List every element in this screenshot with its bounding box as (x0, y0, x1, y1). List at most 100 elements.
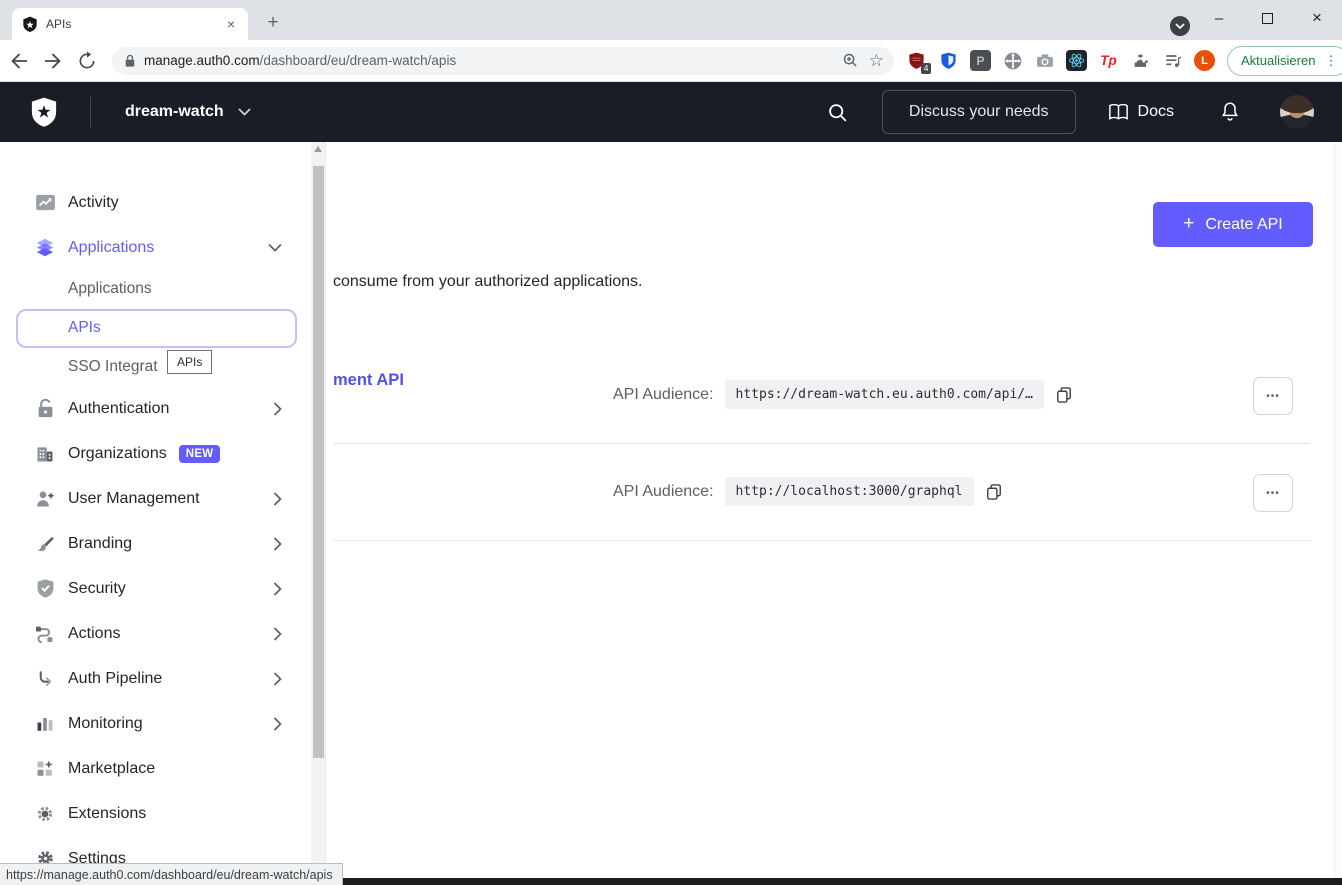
back-button[interactable] (4, 46, 34, 76)
sidebar-item-security[interactable]: Security (0, 566, 311, 611)
extensions-row: 4 P Tp L (906, 50, 1215, 71)
audience-value-chip: https://dream-watch.eu.auth0.com/api/… (725, 380, 1044, 409)
chevron-right-icon (273, 672, 282, 686)
scrollbar-thumb[interactable] (313, 166, 324, 758)
chevron-circle-icon[interactable] (1170, 16, 1190, 36)
window-close-button[interactable]: × (1294, 0, 1340, 36)
new-tab-button[interactable]: + (260, 10, 286, 36)
update-browser-button[interactable]: Aktualisieren ⋮ (1227, 46, 1342, 76)
discuss-your-needs-button[interactable]: Discuss your needs (882, 90, 1076, 134)
camera-extension-icon[interactable] (1034, 50, 1055, 71)
copy-icon[interactable] (984, 482, 1004, 502)
copy-icon[interactable] (1054, 385, 1074, 405)
chevron-right-icon (273, 627, 282, 641)
tenant-switcher[interactable]: dream-watch (125, 103, 251, 121)
maximize-icon (1262, 13, 1273, 24)
marketplace-grid-icon (34, 760, 56, 778)
new-badge: NEW (179, 445, 221, 463)
pipeline-icon (34, 669, 56, 688)
sidebar-item-auth-pipeline[interactable]: Auth Pipeline (0, 656, 311, 701)
sidebar-nav: Activity Applications Applications APIs … (0, 142, 311, 885)
api-row-2-audience: API Audience: http://localhost:3000/grap… (613, 477, 1004, 506)
url-path: /dashboard/eu/dream-watch/apis (260, 53, 457, 68)
window-maximize-button[interactable] (1244, 0, 1290, 36)
auth0-logo-icon[interactable] (30, 97, 58, 127)
sidebar-item-actions[interactable]: Actions (0, 611, 311, 656)
browser-profile-avatar[interactable]: L (1194, 50, 1215, 71)
book-icon (1108, 103, 1129, 122)
api-row-1-menu-button[interactable]: ••• (1253, 377, 1293, 415)
bar-chart-icon (34, 715, 56, 733)
actions-flow-icon (34, 625, 56, 643)
tab-close-icon[interactable]: × (222, 15, 240, 33)
sidebar-item-applications-sub[interactable]: Applications (0, 270, 311, 308)
user-avatar[interactable] (1280, 95, 1314, 129)
bottom-dark-strip (330, 878, 1342, 885)
react-devtools-extension-icon[interactable] (1066, 50, 1087, 71)
sidebar-item-marketplace[interactable]: Marketplace (0, 746, 311, 791)
sidebar-item-authentication[interactable]: Authentication (0, 386, 311, 431)
audience-label: API Audience: (613, 483, 714, 501)
auth0-header: dream-watch Discuss your needs Docs (0, 82, 1342, 142)
sidebar-item-user-management[interactable]: User Management (0, 476, 311, 521)
search-icon[interactable] (827, 102, 848, 123)
url-domain: manage.auth0.com (144, 53, 260, 68)
chevron-right-icon (273, 717, 282, 731)
window-minimize-button[interactable]: – (1196, 0, 1242, 36)
api-row-1-audience: API Audience: https://dream-watch.eu.aut… (613, 380, 1074, 409)
sidebar-item-sso-integrations[interactable]: SSO Integrat (0, 348, 311, 386)
audience-value-chip: http://localhost:3000/graphql (725, 477, 974, 506)
bitwarden-extension-icon[interactable] (938, 50, 959, 71)
sidebar-item-organizations[interactable]: Organizations NEW (0, 431, 311, 476)
row-divider (333, 540, 1310, 541)
bookmark-star-icon[interactable]: ☆ (869, 52, 884, 69)
extensions-puzzle-icon[interactable] (1130, 50, 1151, 71)
sidebar-item-branding[interactable]: Branding (0, 521, 311, 566)
forward-button[interactable] (38, 46, 68, 76)
sidebar-item-activity[interactable]: Activity (0, 180, 311, 225)
plus-icon: + (1183, 213, 1194, 235)
row-divider (333, 443, 1310, 444)
update-button-label: Aktualisieren (1241, 53, 1315, 68)
tab-title: APIs (46, 17, 222, 31)
browser-tab-apis[interactable]: APIs × (12, 8, 248, 40)
scrollbar-up-arrow[interactable] (314, 146, 322, 152)
zoom-page-icon[interactable] (842, 52, 859, 69)
organization-building-icon (34, 444, 56, 464)
auth0-favicon-icon (22, 16, 38, 32)
sidebar-item-monitoring[interactable]: Monitoring (0, 701, 311, 746)
page-scrollbar-track[interactable] (1334, 142, 1342, 878)
extensions-gear-icon (34, 805, 56, 823)
create-api-label: Create API (1205, 216, 1282, 234)
docs-link[interactable]: Docs (1108, 103, 1174, 122)
tenant-name: dream-watch (125, 103, 224, 121)
ublock-badge: 4 (921, 63, 931, 74)
activity-icon (34, 194, 56, 211)
create-api-button[interactable]: + Create API (1153, 202, 1313, 247)
chevron-down-icon (268, 243, 282, 252)
kebab-menu-icon[interactable]: ⋮ (1324, 53, 1337, 69)
move-crosshair-extension-icon[interactable] (1002, 50, 1023, 71)
p-extension-icon[interactable]: P (970, 50, 991, 71)
user-gear-icon (34, 489, 56, 509)
sidebar-scrollbar[interactable] (311, 142, 326, 885)
browser-toolbar: manage.auth0.com/dashboard/eu/dream-watc… (0, 40, 1342, 82)
tp-extension-icon[interactable]: Tp (1098, 50, 1119, 71)
chevron-right-icon (273, 537, 282, 551)
browser-titlebar: APIs × + – × (0, 0, 1342, 40)
sidebar-item-extensions[interactable]: Extensions (0, 791, 311, 836)
notifications-bell-icon[interactable] (1220, 101, 1240, 123)
browser-window: APIs × + – × manage.auth0.com/dashboard/… (0, 0, 1342, 885)
url-bar[interactable]: manage.auth0.com/dashboard/eu/dream-watc… (112, 47, 894, 75)
lock-icon (34, 398, 56, 419)
api-row-1-name-link[interactable]: ment API (333, 371, 404, 390)
sidebar-item-applications[interactable]: Applications (0, 225, 311, 270)
ublock-extension-icon[interactable]: 4 (906, 50, 927, 71)
sidebar-item-apis[interactable]: APIs (0, 308, 311, 348)
playlist-extension-icon[interactable] (1162, 50, 1183, 71)
url-text: manage.auth0.com/dashboard/eu/dream-watc… (144, 53, 842, 68)
chevron-right-icon (273, 402, 282, 416)
applications-layers-icon (34, 237, 56, 259)
api-row-2-menu-button[interactable]: ••• (1253, 474, 1293, 512)
reload-button[interactable] (72, 46, 102, 76)
